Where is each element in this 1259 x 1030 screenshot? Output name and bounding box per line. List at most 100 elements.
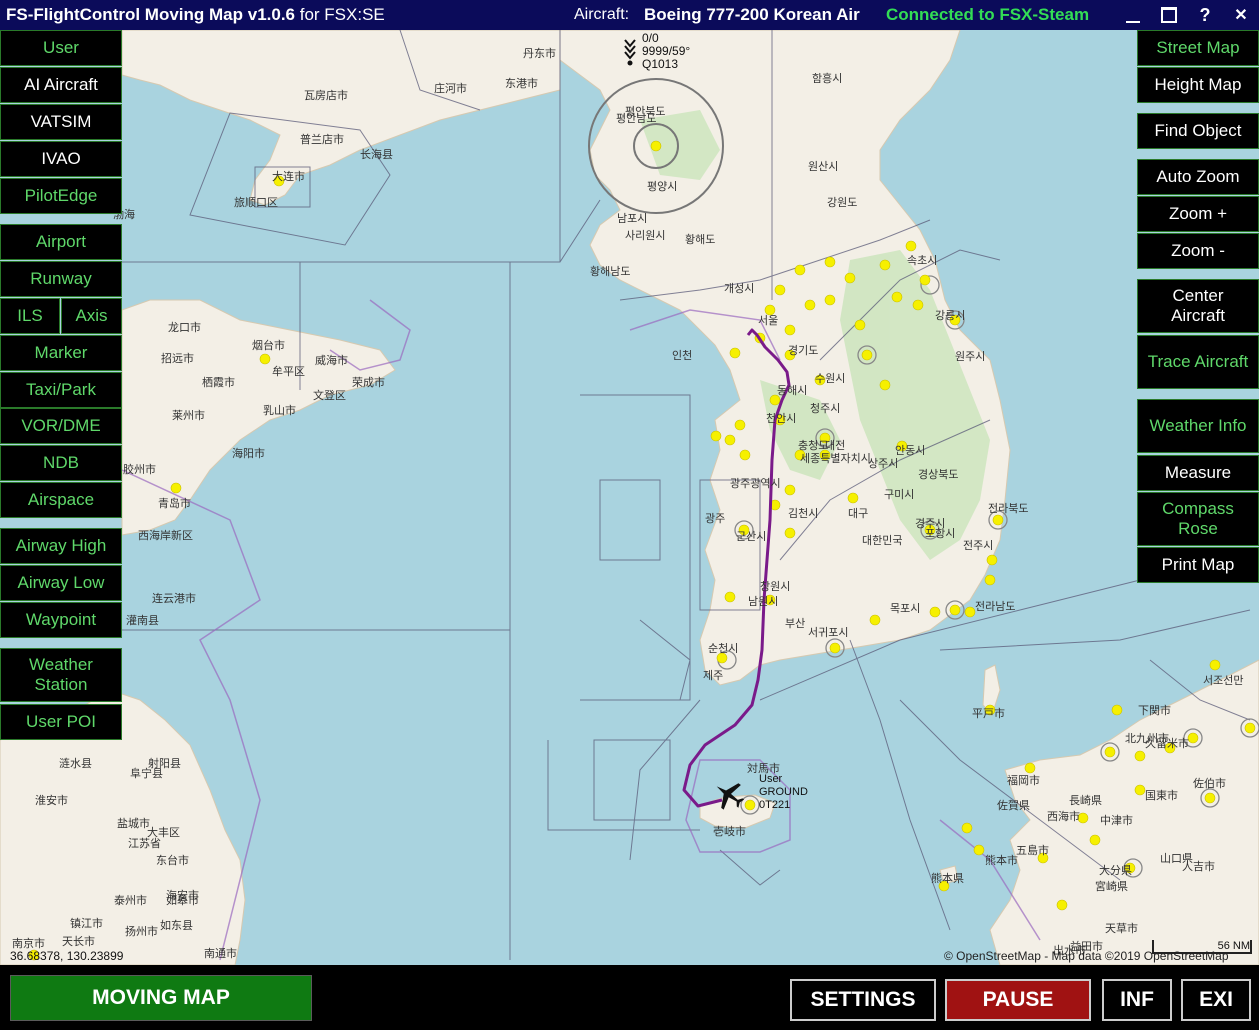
btn-ndb[interactable]: NDB xyxy=(0,445,122,481)
map-place-label: 射阳县 xyxy=(148,757,181,770)
map-place-label: 청주시 xyxy=(810,402,841,415)
map-place-label: 구미시 xyxy=(884,488,915,501)
title-bar: FS-FlightControl Moving Map v1.0.6 for F… xyxy=(0,0,1259,30)
btn-airport[interactable]: Airport xyxy=(0,224,122,260)
map-place-label: 文登区 xyxy=(313,389,346,402)
map-place-label: 烟台市 xyxy=(252,339,285,352)
map-place-label: 西海岸新区 xyxy=(138,529,193,542)
minimize-icon xyxy=(1126,21,1140,23)
btn-measure[interactable]: Measure xyxy=(1137,455,1259,491)
map-place-label: 군산시 xyxy=(736,530,767,543)
btn-zoom-in[interactable]: Zoom + xyxy=(1137,196,1259,232)
close-icon: ✕ xyxy=(1234,7,1248,24)
map-place-label: 대한민국 xyxy=(862,534,903,547)
map-place-label: 동해시 xyxy=(777,384,808,397)
map-place-label: 원산시 xyxy=(808,160,839,173)
map-place-label: 莱州市 xyxy=(172,409,205,422)
btn-auto-zoom[interactable]: Auto Zoom xyxy=(1137,159,1259,195)
map-place-label: 천안시 xyxy=(766,412,797,425)
close-button[interactable]: ✕ xyxy=(1230,4,1252,26)
btn-axis[interactable]: Axis xyxy=(61,298,122,334)
map-place-label: 青岛市 xyxy=(158,497,191,510)
map-place-label: 서조선만 xyxy=(1203,674,1244,687)
map-place-label: 连云港市 xyxy=(152,592,196,605)
btn-weather-info[interactable]: Weather Info xyxy=(1137,399,1259,453)
map-place-label: 서울 xyxy=(758,314,779,327)
map-place-label: 평안북도 xyxy=(625,105,666,118)
map-place-label: 久留米市 xyxy=(1145,737,1189,750)
btn-runway[interactable]: Runway xyxy=(0,261,122,297)
btn-taxi-park[interactable]: Taxi/Park xyxy=(0,372,122,408)
btn-street-map[interactable]: Street Map xyxy=(1137,30,1259,66)
map-place-label: 五島市 xyxy=(1016,844,1049,857)
map-place-label: 天草市 xyxy=(1105,922,1138,935)
btn-user[interactable]: User xyxy=(0,30,122,66)
help-button[interactable]: ? xyxy=(1194,4,1216,26)
btn-vor-dme[interactable]: VOR/DME xyxy=(0,408,122,444)
weather-station-icon[interactable] xyxy=(623,38,637,66)
map-place-label: 함흥시 xyxy=(812,72,843,85)
btn-ivao[interactable]: IVAO xyxy=(0,141,122,177)
btn-weather-station[interactable]: Weather Station xyxy=(0,648,122,702)
map-place-label: 东台市 xyxy=(156,854,189,867)
map-place-label: 남원시 xyxy=(748,595,779,608)
moving-map-button[interactable]: MOVING MAP xyxy=(10,975,312,1021)
settings-button[interactable]: SETTINGS xyxy=(790,979,936,1021)
map-place-label: 개성시 xyxy=(724,282,755,295)
map-place-label: 경기도 xyxy=(788,344,819,357)
btn-trace-aircraft[interactable]: Trace Aircraft xyxy=(1137,335,1259,389)
map-place-label: 丹东市 xyxy=(523,47,556,60)
map-place-label: 海阳市 xyxy=(232,447,265,460)
map-place-label: 長崎県 xyxy=(1069,794,1102,807)
btn-center-aircraft[interactable]: Center Aircraft xyxy=(1137,279,1259,333)
map-place-label: 荣成市 xyxy=(352,376,385,389)
map-place-label: 강원도 xyxy=(827,196,858,209)
btn-ai-aircraft[interactable]: AI Aircraft xyxy=(0,67,122,103)
map-place-label: 원주시 xyxy=(955,350,986,363)
btn-airway-high[interactable]: Airway High xyxy=(0,528,122,564)
btn-height-map[interactable]: Height Map xyxy=(1137,67,1259,103)
map-place-label: 威海市 xyxy=(315,354,348,367)
map-place-label: 下関市 xyxy=(1138,704,1171,717)
map-place-label: 国東市 xyxy=(1145,789,1178,802)
btn-compass-rose[interactable]: Compass Rose xyxy=(1137,492,1259,546)
btn-airspace[interactable]: Airspace xyxy=(0,482,122,518)
map-place-label: 광주광역시 xyxy=(730,477,781,490)
map-place-label: 扬州市 xyxy=(125,925,158,938)
map-place-label: 如东县 xyxy=(160,919,193,932)
info-button[interactable]: INF xyxy=(1102,979,1172,1021)
map-place-label: 人吉市 xyxy=(1182,860,1215,873)
maximize-button[interactable] xyxy=(1158,4,1180,26)
user-aircraft-icon[interactable] xyxy=(712,778,746,812)
map-place-label: 강릉시 xyxy=(935,309,966,322)
map-place-label: 平戸市 xyxy=(972,707,1005,720)
btn-zoom-out[interactable]: Zoom - xyxy=(1137,233,1259,269)
btn-marker[interactable]: Marker xyxy=(0,335,122,371)
btn-airway-low[interactable]: Airway Low xyxy=(0,565,122,601)
map-place-label: 长海县 xyxy=(360,148,393,161)
map-place-label: 乳山市 xyxy=(263,404,296,417)
map-place-label: 天长市 xyxy=(62,935,95,948)
map-place-label: 旅顺口区 xyxy=(234,196,278,209)
map-place-label: 东港市 xyxy=(505,77,538,90)
map-place-label: 熊本市 xyxy=(985,854,1018,867)
map-place-label: 镇江市 xyxy=(70,917,103,930)
pause-button[interactable]: PAUSE xyxy=(945,979,1091,1021)
btn-ils[interactable]: ILS xyxy=(0,298,60,334)
exit-button[interactable]: EXI xyxy=(1181,979,1251,1021)
moving-map[interactable]: User GROUND 0T221 0/0 9999/59° Q1013 丹东市… xyxy=(0,30,1259,965)
minimize-button[interactable] xyxy=(1122,4,1144,26)
btn-waypoint[interactable]: Waypoint xyxy=(0,602,122,638)
map-place-label: 佐賀県 xyxy=(997,799,1030,812)
weather-station-label: 0/0 9999/59° Q1013 xyxy=(642,31,691,71)
btn-user-poi[interactable]: User POI xyxy=(0,704,122,740)
map-place-label: 김천시 xyxy=(788,507,819,520)
map-place-label: 盐城市 xyxy=(117,817,150,830)
map-place-label: 西海市 xyxy=(1047,810,1080,823)
btn-find-object[interactable]: Find Object xyxy=(1137,113,1259,149)
btn-vatsim[interactable]: VATSIM xyxy=(0,104,122,140)
map-place-label: 전주시 xyxy=(963,539,994,552)
user-aircraft-label: User GROUND 0T221 xyxy=(759,773,808,811)
btn-pilotedge[interactable]: PilotEdge xyxy=(0,178,122,214)
btn-print-map[interactable]: Print Map xyxy=(1137,547,1259,583)
